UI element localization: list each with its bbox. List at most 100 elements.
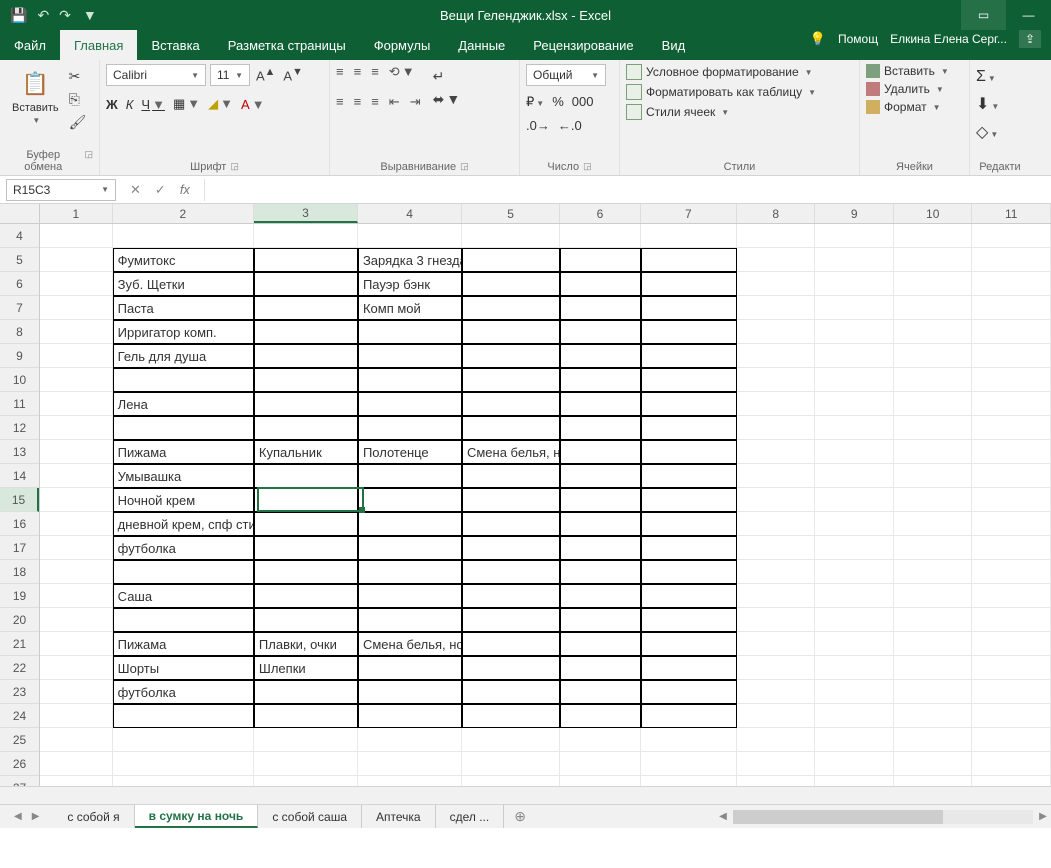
cell[interactable] xyxy=(972,248,1051,272)
cell[interactable] xyxy=(40,752,113,776)
share-icon[interactable]: ⇪ xyxy=(1019,30,1041,48)
cell[interactable] xyxy=(560,296,641,320)
cell[interactable]: Ночной крем xyxy=(113,488,254,512)
row-header[interactable]: 19 xyxy=(0,584,39,608)
cell[interactable] xyxy=(641,368,737,392)
row-header[interactable]: 24 xyxy=(0,704,39,728)
cell[interactable] xyxy=(462,632,560,656)
cell[interactable] xyxy=(40,488,113,512)
cell[interactable] xyxy=(462,704,560,728)
delete-cells-button[interactable]: Удалить▼ xyxy=(866,82,949,96)
cell[interactable] xyxy=(358,728,462,752)
cell[interactable] xyxy=(462,512,560,536)
column-header[interactable]: 8 xyxy=(737,204,816,223)
alignment-launcher-icon[interactable]: ◲ xyxy=(460,161,469,173)
merge-icon[interactable]: ⬌▼ xyxy=(433,91,461,108)
cell[interactable] xyxy=(972,584,1051,608)
cell[interactable] xyxy=(894,440,973,464)
cell[interactable] xyxy=(815,632,894,656)
cell[interactable] xyxy=(462,488,560,512)
sheet-tab-4[interactable]: Аптечка xyxy=(362,805,436,828)
cell[interactable] xyxy=(40,704,113,728)
cell[interactable] xyxy=(641,320,737,344)
cell[interactable] xyxy=(815,584,894,608)
cell[interactable] xyxy=(972,464,1051,488)
cell[interactable] xyxy=(254,416,358,440)
row-header[interactable]: 14 xyxy=(0,464,39,488)
column-header[interactable]: 6 xyxy=(560,204,640,223)
align-left-icon[interactable]: ≡ xyxy=(336,94,344,110)
cell[interactable] xyxy=(560,464,641,488)
cell[interactable] xyxy=(972,392,1051,416)
cell[interactable] xyxy=(40,680,113,704)
row-header[interactable]: 15 xyxy=(0,488,39,512)
tab-file[interactable]: Файл xyxy=(0,30,60,60)
cell[interactable]: Пижама xyxy=(113,632,254,656)
align-center-icon[interactable]: ≡ xyxy=(354,94,362,110)
cell[interactable] xyxy=(641,512,737,536)
cell[interactable]: Смена белья, носки xyxy=(462,440,560,464)
cell[interactable] xyxy=(358,512,462,536)
cell[interactable] xyxy=(462,224,560,248)
cell[interactable] xyxy=(560,632,641,656)
cell[interactable] xyxy=(815,536,894,560)
cell[interactable] xyxy=(560,656,641,680)
cell[interactable] xyxy=(40,224,113,248)
cell[interactable] xyxy=(815,728,894,752)
cell[interactable] xyxy=(894,464,973,488)
cell[interactable] xyxy=(113,368,254,392)
cell[interactable] xyxy=(358,656,462,680)
cell[interactable]: Полотенце xyxy=(358,440,462,464)
cell[interactable] xyxy=(894,536,973,560)
column-header[interactable]: 1 xyxy=(40,204,113,223)
cell[interactable] xyxy=(972,632,1051,656)
cell[interactable] xyxy=(641,248,737,272)
cell[interactable] xyxy=(358,224,462,248)
cell[interactable] xyxy=(894,512,973,536)
number-format-select[interactable]: Общий▼ xyxy=(526,64,606,86)
cell[interactable]: футболка xyxy=(113,536,254,560)
cell[interactable] xyxy=(560,776,641,786)
font-launcher-icon[interactable]: ◲ xyxy=(230,161,239,173)
cell[interactable] xyxy=(254,776,358,786)
tab-formulas[interactable]: Формулы xyxy=(360,30,445,60)
cell[interactable] xyxy=(358,704,462,728)
cell[interactable] xyxy=(560,512,641,536)
cell[interactable] xyxy=(358,752,462,776)
orientation-icon[interactable]: ⟲▼ xyxy=(389,64,415,80)
cell[interactable]: Фумитокс xyxy=(113,248,254,272)
sheet-tab-1[interactable]: с собой я xyxy=(53,805,134,828)
cell[interactable] xyxy=(358,392,462,416)
cell[interactable] xyxy=(254,608,358,632)
currency-icon[interactable]: ₽▼ xyxy=(526,94,544,110)
cell[interactable] xyxy=(641,752,737,776)
ribbon-display-options-icon[interactable]: ▭ xyxy=(961,0,1006,30)
cell[interactable] xyxy=(894,320,973,344)
cell[interactable] xyxy=(560,272,641,296)
cell[interactable] xyxy=(560,536,641,560)
cell[interactable]: Лена xyxy=(113,392,254,416)
italic-button[interactable]: К xyxy=(126,97,134,112)
tell-me-label[interactable]: Помощ xyxy=(838,32,878,46)
cell[interactable] xyxy=(815,392,894,416)
cell[interactable]: Саша xyxy=(113,584,254,608)
name-box[interactable]: R15C3▼ xyxy=(6,179,116,201)
cell[interactable] xyxy=(815,512,894,536)
cell[interactable] xyxy=(358,560,462,584)
tab-review[interactable]: Рецензирование xyxy=(519,30,647,60)
cell[interactable] xyxy=(560,584,641,608)
font-size-select[interactable]: 11▼ xyxy=(210,64,250,86)
copy-icon[interactable]: ⎘ xyxy=(69,91,87,108)
column-header[interactable]: 4 xyxy=(358,204,462,223)
cell[interactable] xyxy=(815,656,894,680)
cell[interactable]: Зуб. Щетки xyxy=(113,272,254,296)
cell[interactable] xyxy=(462,656,560,680)
cell[interactable] xyxy=(113,560,254,584)
cell[interactable] xyxy=(40,392,113,416)
cell[interactable]: Комп мой xyxy=(358,296,462,320)
row-header[interactable]: 26 xyxy=(0,752,39,776)
cell[interactable] xyxy=(560,704,641,728)
clear-icon[interactable]: ◇▼ xyxy=(976,122,999,142)
cell[interactable] xyxy=(641,536,737,560)
cell[interactable] xyxy=(40,656,113,680)
